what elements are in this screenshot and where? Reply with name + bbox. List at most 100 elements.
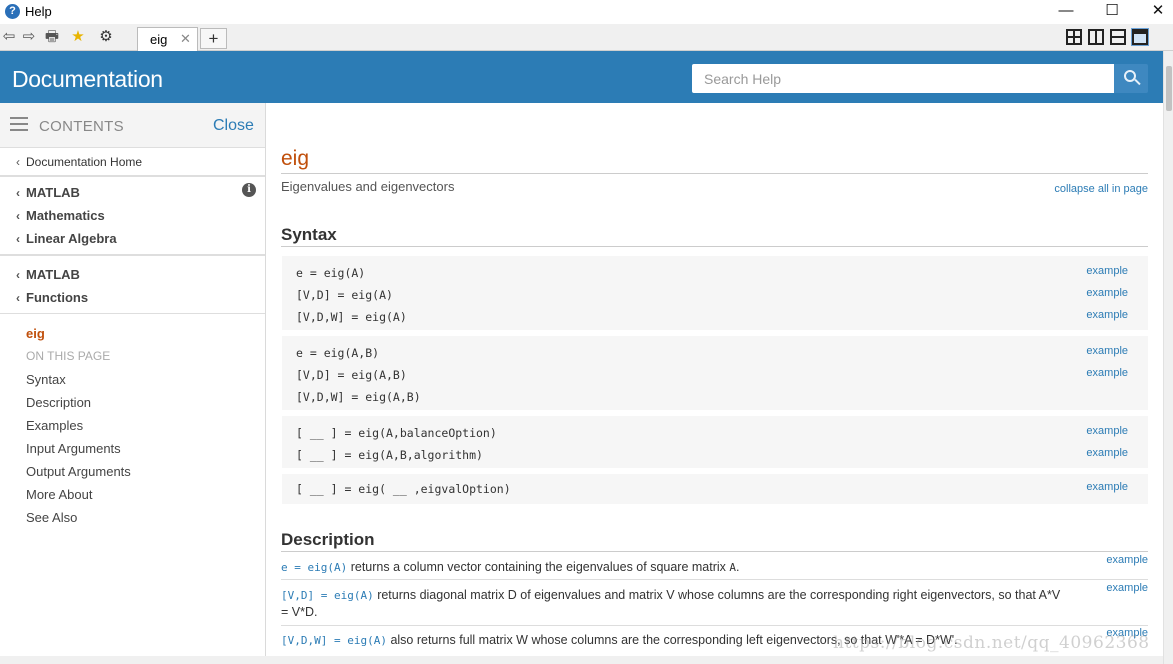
syntax-code: [V,D,W] = eig(A,B) [296,390,421,404]
documentation-home-label: Documentation Home [26,155,143,169]
breadcrumb-matlab-2[interactable]: ‹ MATLAB [16,267,80,282]
description-item: [V,D] = eig(A) returns diagonal matrix D… [281,582,1148,625]
contents-bar: CONTENTS Close [0,103,265,148]
documentation-home-link[interactable]: ‹ Documentation Home [16,155,142,169]
documentation-header: Documentation [0,51,1163,103]
example-link[interactable]: example [1086,447,1128,459]
toc-see-also[interactable]: See Also [26,510,77,525]
toc-more-about[interactable]: More About [26,487,93,502]
example-link[interactable]: example [1086,425,1128,437]
title-divider [281,173,1148,174]
example-link[interactable]: example [1106,554,1148,566]
example-link[interactable]: example [1086,265,1128,277]
description-tail: . [736,560,740,574]
breadcrumb-mathematics[interactable]: ‹ Mathematics [16,208,105,223]
layout-grid-icon[interactable] [1066,29,1082,45]
syntax-code: [V,D,W] = eig(A) [296,310,407,324]
toc-output-arguments[interactable]: Output Arguments [26,464,131,479]
horizontal-scrollbar[interactable] [0,656,1163,664]
syntax-group: [ __ ] = eig( __ ,eigvalOption) example [282,474,1148,504]
chevron-left-icon: ‹ [16,232,20,246]
new-tab-button[interactable]: + [200,28,227,49]
toc-description[interactable]: Description [26,395,91,410]
breadcrumb-functions[interactable]: ‹ Functions [16,290,88,305]
tab-close-icon[interactable]: ✕ [180,31,191,47]
hamburger-menu-icon[interactable] [10,117,28,131]
description-code[interactable]: e = eig(A) [281,561,347,574]
breadcrumb-matlab[interactable]: ‹ MATLAB [16,185,80,200]
layout-split-horizontal-icon[interactable] [1110,29,1126,45]
vertical-scrollbar[interactable] [1163,51,1173,664]
breadcrumb-label: Mathematics [26,208,105,223]
toc-input-arguments[interactable]: Input Arguments [26,441,121,456]
window-title: Help [25,4,52,19]
scrollbar-thumb[interactable] [1166,66,1172,111]
on-this-page-heading: ON THIS PAGE [26,349,111,363]
example-link[interactable]: example [1086,367,1128,379]
syntax-code: [V,D] = eig(A,B) [296,368,407,382]
back-arrow-icon[interactable]: ⇦ [0,28,18,46]
example-link[interactable]: example [1086,287,1128,299]
watermark-text: https://blog.csdn.net/qq_40962368 [833,633,1150,653]
contents-sidebar: CONTENTS Close ‹ Documentation Home ‹ MATL… [0,103,266,656]
contents-label: CONTENTS [39,118,124,135]
chevron-left-icon: ‹ [16,291,20,305]
close-window-button[interactable]: ✕ [1135,0,1173,24]
description-code[interactable]: [V,D] = eig(A) [281,589,374,602]
description-divider [281,625,1148,626]
toc-examples[interactable]: Examples [26,418,83,433]
maximize-button[interactable]: ☐ [1089,0,1135,24]
sidebar-divider [0,313,265,314]
breadcrumb-label: Linear Algebra [26,231,117,246]
example-link[interactable]: example [1086,345,1128,357]
page-title: eig [281,147,310,170]
favorites-star-icon[interactable]: ★ [67,28,89,46]
sidebar-divider [0,254,265,256]
search-help-input[interactable] [692,64,1114,93]
search-button[interactable] [1114,64,1148,93]
toc-syntax[interactable]: Syntax [26,372,66,387]
forward-arrow-icon[interactable]: ⇨ [20,28,38,46]
info-icon[interactable]: i [242,183,256,197]
syntax-group: [ __ ] = eig(A,balanceOption) example [ … [282,416,1148,468]
description-body: returns a column vector containing the e… [347,560,730,574]
documentation-title[interactable]: Documentation [12,66,163,93]
window-title-bar: ? Help — ☐ ✕ [0,0,1173,24]
description-body: returns diagonal matrix D of eigenvalues… [281,588,1061,619]
current-page-eig: eig [26,326,45,341]
example-link[interactable]: example [1086,481,1128,493]
layout-split-vertical-icon[interactable] [1088,29,1104,45]
breadcrumb-label: MATLAB [26,185,80,200]
syntax-code: [ __ ] = eig(A,B,algorithm) [296,448,483,462]
help-app-icon: ? [5,4,20,19]
print-icon[interactable]: 🖶 [43,28,61,46]
breadcrumb-label: MATLAB [26,267,80,282]
collapse-all-link[interactable]: collapse all in page [1054,183,1148,195]
layout-single-icon[interactable] [1131,28,1149,46]
syntax-code: [ __ ] = eig(A,balanceOption) [296,426,497,440]
description-code[interactable]: [V,D,W] = eig(A) [281,634,387,647]
browser-toolbar: ⇦ ⇨ 🖶 ★ ⚙ eig ✕ + [0,24,1173,51]
description-text: [V,D] = eig(A) returns diagonal matrix D… [281,587,1061,621]
syntax-divider [281,246,1148,247]
description-divider [281,579,1148,580]
main-content: eig Eigenvalues and eigenvectors collaps… [266,103,1163,656]
breadcrumb-linear-algebra[interactable]: ‹ Linear Algebra [16,231,117,246]
chevron-left-icon: ‹ [16,268,20,282]
syntax-group: e = eig(A,B) example [V,D] = eig(A,B) ex… [282,336,1148,410]
chevron-left-icon: ‹ [16,155,20,169]
settings-gear-icon[interactable]: ⚙ [97,28,115,46]
description-text: e = eig(A) returns a column vector conta… [281,559,1061,576]
description-heading: Description [281,530,375,549]
tab-eig[interactable]: eig ✕ [137,27,198,51]
page-subtitle: Eigenvalues and eigenvectors [281,179,455,194]
syntax-code: e = eig(A) [296,266,366,280]
breadcrumb-label: Functions [26,290,89,305]
syntax-code: [V,D] = eig(A) [296,288,393,302]
close-contents-link[interactable]: Close [213,117,254,135]
minimize-button[interactable]: — [1043,0,1089,24]
example-link[interactable]: example [1106,582,1148,594]
syntax-code: [ __ ] = eig( __ ,eigvalOption) [296,482,511,496]
example-link[interactable]: example [1086,309,1128,321]
sidebar-divider [0,175,265,177]
